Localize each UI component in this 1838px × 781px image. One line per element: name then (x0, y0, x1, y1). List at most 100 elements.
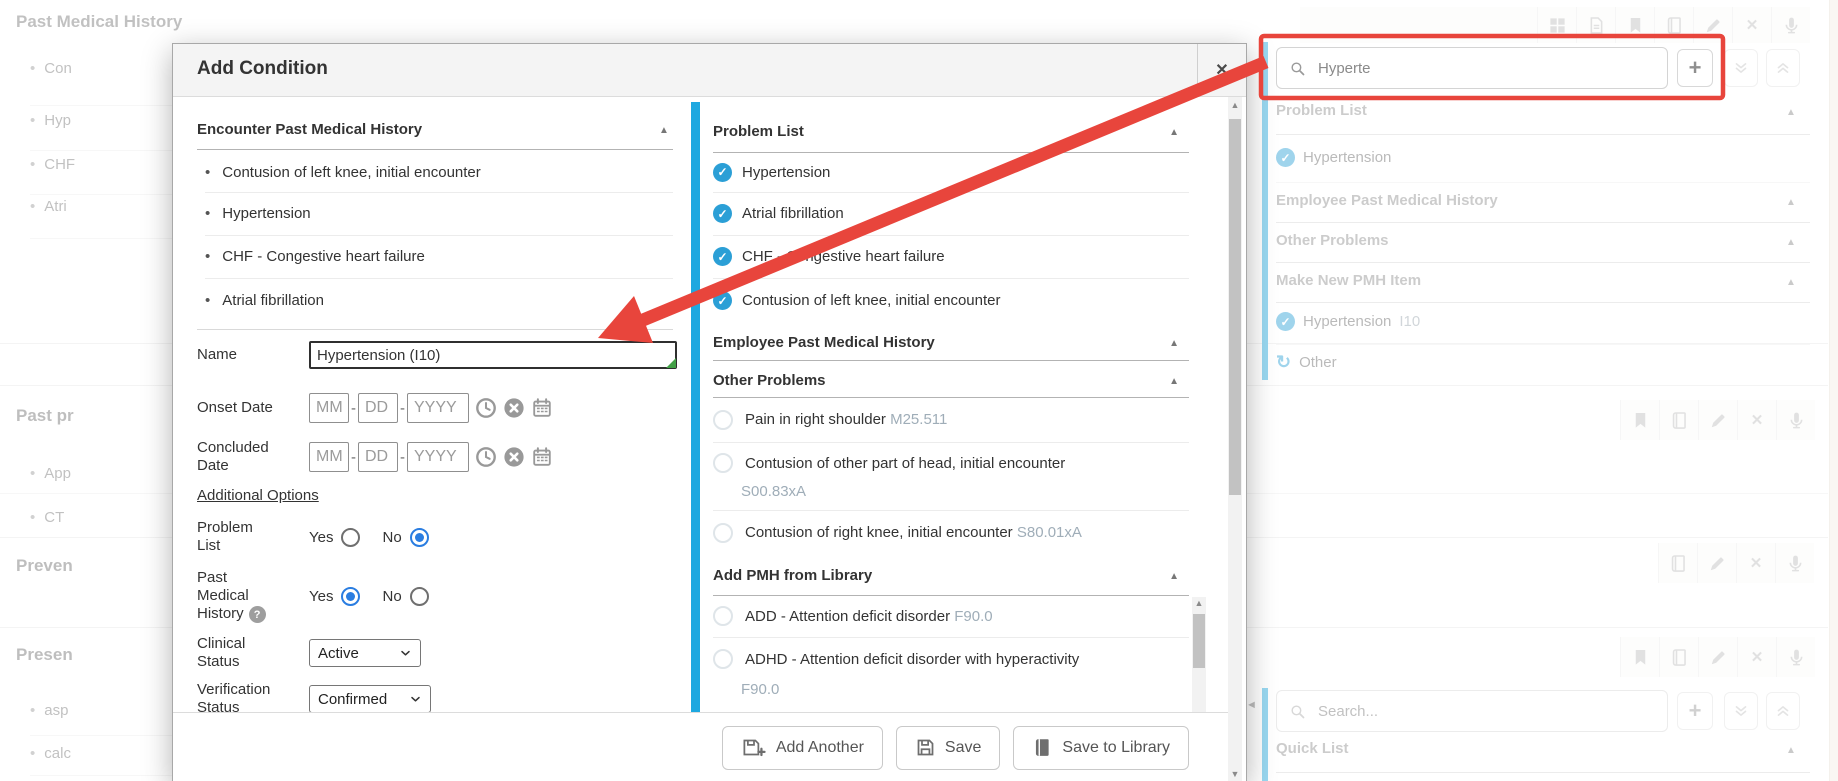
check-circle-icon: ✓ (713, 291, 732, 310)
onset-month-input[interactable] (309, 393, 349, 423)
concluded-month-input[interactable] (309, 442, 349, 472)
resize-handle[interactable] (666, 358, 676, 368)
encounter-item[interactable]: •Contusion of left knee, initial encount… (205, 152, 673, 192)
pmh-label: Past Medical History? (197, 569, 275, 624)
concluded-date-row: Concluded Date - - (197, 439, 553, 475)
modal-title: Add Condition (197, 58, 328, 80)
no-label: No (382, 529, 401, 546)
collapse-caret-icon[interactable]: ▲ (1169, 339, 1179, 349)
library-item[interactable]: ADD - Attention deficit disorder F90.0 (713, 595, 1189, 637)
problem-list-header[interactable]: Problem List (713, 123, 804, 140)
calendar-icon[interactable] (531, 446, 553, 468)
collapse-caret-icon[interactable]: ▲ (659, 126, 669, 136)
encounter-item[interactable]: •CHF - Congestive heart failure (205, 235, 673, 278)
other-problems-header[interactable]: Other Problems (713, 372, 826, 389)
name-label: Name (197, 346, 275, 364)
encounter-item[interactable]: •Hypertension (205, 192, 673, 235)
clinical-status-select[interactable]: Active (309, 639, 421, 667)
problem-list-no-radio[interactable] (410, 528, 429, 547)
additional-options-link[interactable]: Additional Options (197, 487, 319, 504)
collapse-caret-icon[interactable]: ▲ (1169, 377, 1179, 387)
clinical-status-row: Clinical Status Active (197, 635, 421, 671)
time-icon[interactable] (475, 397, 497, 419)
condition-search-input[interactable] (1316, 59, 1655, 78)
save-plus-icon (741, 737, 767, 758)
app-canvas: Past Medical History ✕ •Con •Hyp •CHF •A… (0, 0, 1838, 781)
bullet-icon: • (205, 205, 210, 222)
empty-circle-icon (713, 606, 733, 626)
other-problem-item[interactable]: Contusion of other part of head, initial… (713, 442, 1189, 510)
date-separator: - (400, 400, 405, 417)
time-icon[interactable] (475, 446, 497, 468)
pmh-no-radio[interactable] (410, 587, 429, 606)
employee-pmh-header[interactable]: Employee Past Medical History (713, 334, 935, 351)
divider (197, 329, 673, 330)
add-another-button[interactable]: Add Another (722, 726, 883, 770)
concluded-year-input[interactable] (407, 442, 469, 472)
divider (197, 149, 673, 150)
clinical-status-label: Clinical Status (197, 635, 275, 671)
plus-icon: + (1689, 58, 1702, 78)
bullet-icon: • (205, 292, 210, 309)
close-icon: ✕ (1215, 60, 1228, 80)
pmh-toggle-row: Past Medical History? Yes No (197, 565, 429, 627)
problem-list-item[interactable]: ✓Contusion of left knee, initial encount… (713, 278, 1189, 323)
save-icon (915, 737, 936, 758)
calendar-icon[interactable] (531, 397, 553, 419)
icd-code: F90.0 (954, 608, 992, 625)
icd-code: S00.83xA (741, 483, 1189, 500)
scroll-up-icon[interactable]: ▲ (1192, 597, 1206, 609)
date-separator: - (400, 449, 405, 466)
onset-day-input[interactable] (358, 393, 398, 423)
column-divider-bar (691, 102, 700, 712)
clear-date-icon[interactable] (503, 397, 525, 419)
icd-code: F90.0 (741, 681, 1189, 698)
check-circle-icon: ✓ (713, 163, 732, 182)
modal-body: Encounter Past Medical History ▲ •Contus… (173, 97, 1246, 781)
date-separator: - (351, 449, 356, 466)
bullet-icon: • (205, 248, 210, 265)
clear-date-icon[interactable] (503, 446, 525, 468)
library-scrollbar[interactable]: ▲ (1192, 597, 1206, 712)
help-icon[interactable]: ? (249, 606, 266, 623)
encounter-pmh-header[interactable]: Encounter Past Medical History (197, 121, 422, 138)
collapse-caret-icon[interactable]: ▲ (1169, 128, 1179, 138)
check-circle-icon: ✓ (713, 247, 732, 266)
scroll-up-icon[interactable]: ▲ (1228, 99, 1242, 111)
empty-circle-icon (713, 410, 733, 430)
onset-date-label: Onset Date (197, 399, 275, 417)
panel-collapse-icon[interactable]: ◄ (1249, 62, 1260, 72)
close-button[interactable]: ✕ (1197, 44, 1246, 96)
problem-list-item[interactable]: ✓Atrial fibrillation (713, 192, 1189, 235)
condition-name-input[interactable] (309, 341, 677, 369)
save-to-library-button[interactable]: Save to Library (1013, 726, 1189, 770)
library-item[interactable]: ADHD - Attention deficit disorder with h… (713, 637, 1189, 712)
sidebar-search (1276, 47, 1668, 89)
onset-year-input[interactable] (407, 393, 469, 423)
other-problem-item[interactable]: Pain in right shoulder M25.511 (713, 397, 1189, 442)
modal-right-pane: Problem List ▲ ✓Hypertension ✓Atrial fib… (713, 97, 1189, 712)
add-condition-modal: Add Condition ✕ Encounter Past Medical H… (172, 43, 1247, 781)
add-condition-button[interactable]: + (1677, 49, 1713, 87)
verification-status-select[interactable]: Confirmed (309, 685, 431, 713)
collapse-caret-icon[interactable]: ▲ (1169, 572, 1179, 582)
other-problem-item[interactable]: Contusion of right knee, initial encount… (713, 510, 1189, 555)
scrollbar-thumb[interactable] (1193, 614, 1205, 668)
chevron-down-icon (409, 693, 422, 706)
icd-code: S80.01xA (1017, 524, 1082, 541)
no-label: No (382, 588, 401, 605)
name-field-row: Name (197, 341, 677, 369)
scrollbar-thumb[interactable] (1229, 119, 1241, 495)
add-pmh-library-header[interactable]: Add PMH from Library (713, 567, 872, 584)
modal-header: Add Condition ✕ (173, 44, 1246, 97)
onset-date-row: Onset Date - - (197, 393, 553, 423)
modal-scrollbar[interactable]: ▲ ▼ (1228, 97, 1242, 781)
concluded-day-input[interactable] (358, 442, 398, 472)
encounter-item[interactable]: •Atrial fibrillation (205, 278, 673, 322)
save-button[interactable]: Save (896, 726, 1000, 770)
scroll-down-icon[interactable]: ▼ (1228, 768, 1242, 780)
problem-list-item[interactable]: ✓CHF - Congestive heart failure (713, 235, 1189, 278)
problem-list-item[interactable]: ✓Hypertension (713, 152, 1189, 192)
pmh-yes-radio[interactable] (341, 587, 360, 606)
problem-list-yes-radio[interactable] (341, 528, 360, 547)
